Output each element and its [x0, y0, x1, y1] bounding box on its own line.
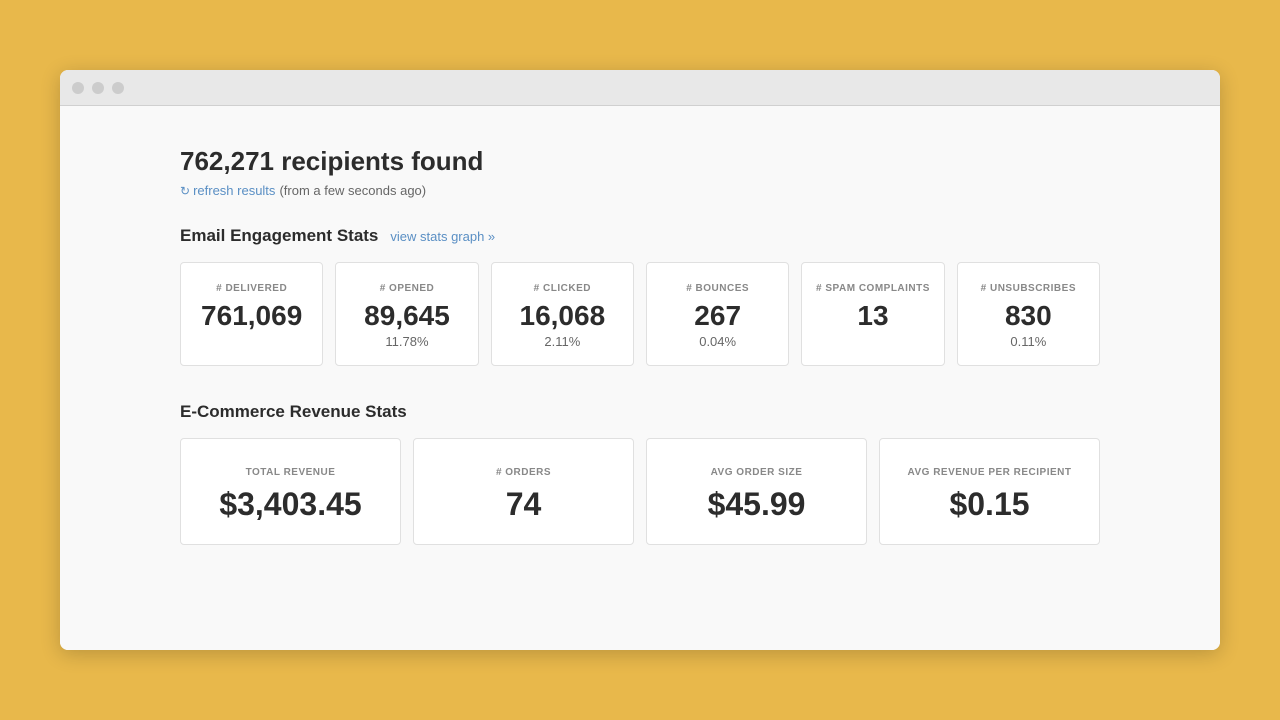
revenue-stat-card: AVG ORDER SIZE $45.99	[646, 438, 867, 545]
revenue-label: AVG REVENUE PER RECIPIENT	[907, 467, 1071, 478]
email-stats-grid: # DELIVERED761,069# OPENED89,64511.78%# …	[180, 262, 1100, 366]
email-stat-card: # OPENED 89,645 11.78%	[335, 262, 478, 366]
email-stat-card: # CLICKED 16,068 2.11%	[491, 262, 634, 366]
stat-label: # SPAM COMPLAINTS	[816, 283, 930, 294]
refresh-icon: ↻	[180, 184, 190, 198]
recipients-heading: 762,271 recipients found	[180, 146, 1100, 177]
stat-value: 267	[694, 302, 741, 330]
revenue-section-title: E-Commerce Revenue Stats	[180, 402, 407, 422]
revenue-label: AVG ORDER SIZE	[711, 467, 803, 478]
traffic-light-maximize[interactable]	[112, 82, 124, 94]
revenue-stats-grid: TOTAL REVENUE $3,403.45 # ORDERS 74 AVG ORDE…	[180, 438, 1100, 545]
stat-label: # CLICKED	[534, 283, 591, 294]
traffic-light-minimize[interactable]	[92, 82, 104, 94]
browser-content: 762,271 recipients found ↻ refresh resul…	[60, 106, 1220, 650]
browser-titlebar	[60, 70, 1220, 106]
revenue-stat-card: AVG REVENUE PER RECIPIENT $0.15	[879, 438, 1100, 545]
browser-window: 762,271 recipients found ↻ refresh resul…	[60, 70, 1220, 650]
refresh-link[interactable]: ↻ refresh results	[180, 183, 275, 198]
email-section-header: Email Engagement Stats view stats graph …	[180, 226, 1100, 246]
refresh-link-text: refresh results	[193, 183, 275, 198]
email-stat-card: # DELIVERED 761,069	[180, 262, 323, 366]
stat-percent: 0.04%	[699, 334, 736, 349]
stat-percent: 0.11%	[1010, 334, 1046, 349]
traffic-light-close[interactable]	[72, 82, 84, 94]
stat-percent: 2.11%	[544, 334, 580, 349]
revenue-label: # ORDERS	[496, 467, 551, 478]
stat-value: 89,645	[364, 302, 450, 330]
email-section-title: Email Engagement Stats	[180, 226, 378, 246]
stat-label: # BOUNCES	[686, 283, 749, 294]
stat-label: # OPENED	[380, 283, 435, 294]
revenue-section-header: E-Commerce Revenue Stats	[180, 402, 1100, 422]
view-stats-link[interactable]: view stats graph »	[390, 229, 495, 244]
revenue-value: 74	[506, 488, 542, 520]
stat-value: 16,068	[520, 302, 606, 330]
stat-value: 830	[1005, 302, 1052, 330]
revenue-stat-card: TOTAL REVENUE $3,403.45	[180, 438, 401, 545]
email-stat-card: # UNSUBSCRIBES 830 0.11%	[957, 262, 1100, 366]
email-stat-card: # BOUNCES 267 0.04%	[646, 262, 789, 366]
email-stat-card: # SPAM COMPLAINTS 13	[801, 262, 944, 366]
revenue-value: $45.99	[708, 488, 806, 520]
revenue-value: $0.15	[949, 488, 1029, 520]
stat-value: 761,069	[201, 302, 302, 330]
refresh-note: (from a few seconds ago)	[279, 183, 426, 198]
stat-label: # UNSUBSCRIBES	[981, 283, 1076, 294]
stat-percent: 11.78%	[385, 334, 428, 349]
refresh-row: ↻ refresh results (from a few seconds ag…	[180, 183, 1100, 198]
revenue-label: TOTAL REVENUE	[246, 467, 336, 478]
revenue-stat-card: # ORDERS 74	[413, 438, 634, 545]
revenue-value: $3,403.45	[219, 488, 361, 520]
stat-value: 13	[857, 302, 888, 330]
stat-label: # DELIVERED	[216, 283, 287, 294]
